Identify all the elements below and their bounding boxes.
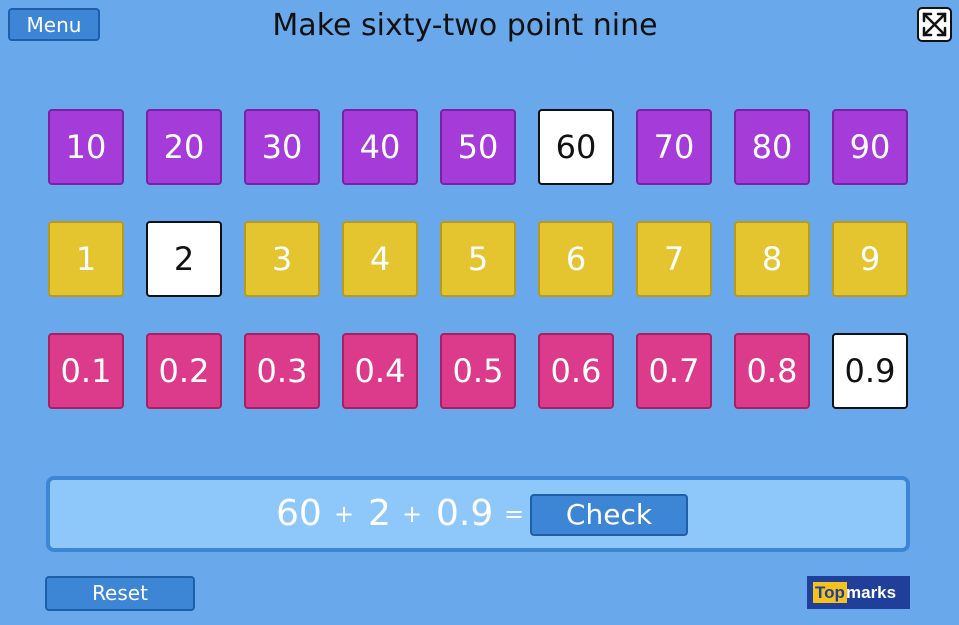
answer-bar: 60 + 2 + 0.9 = Check xyxy=(46,476,910,552)
topmarks-logo[interactable]: Top marks xyxy=(807,576,910,609)
tile-tens-10[interactable]: 10 xyxy=(48,109,124,185)
tile-tens-20[interactable]: 20 xyxy=(146,109,222,185)
logo-marks: marks xyxy=(846,583,897,602)
tile-tens-70[interactable]: 70 xyxy=(636,109,712,185)
tile-tenths-0-5[interactable]: 0.5 xyxy=(440,333,516,409)
tile-ones-4[interactable]: 4 xyxy=(342,221,418,297)
tile-tens-30[interactable]: 30 xyxy=(244,109,320,185)
tile-ones-7[interactable]: 7 xyxy=(636,221,712,297)
tile-ones-5[interactable]: 5 xyxy=(440,221,516,297)
tile-ones-1[interactable]: 1 xyxy=(48,221,124,297)
tile-ones-6[interactable]: 6 xyxy=(538,221,614,297)
tile-tens-40[interactable]: 40 xyxy=(342,109,418,185)
tile-ones-8[interactable]: 8 xyxy=(734,221,810,297)
tile-tenths-0-3[interactable]: 0.3 xyxy=(244,333,320,409)
tile-tens-50[interactable]: 50 xyxy=(440,109,516,185)
logo-top: Top xyxy=(813,582,847,603)
tile-tenths-0-9[interactable]: 0.9 xyxy=(832,333,908,409)
tile-ones-2[interactable]: 2 xyxy=(146,221,222,297)
reset-button[interactable]: Reset xyxy=(45,576,195,611)
tile-tenths-0-4[interactable]: 0.4 xyxy=(342,333,418,409)
tile-ones-9[interactable]: 9 xyxy=(832,221,908,297)
equals-sign: = xyxy=(504,500,525,528)
plus-sign: + xyxy=(402,500,423,528)
fullscreen-exit-icon xyxy=(922,12,947,37)
tile-tenths-0-2[interactable]: 0.2 xyxy=(146,333,222,409)
plus-sign: + xyxy=(334,500,355,528)
equation-term: 60 xyxy=(276,493,322,534)
equation-term: 2 xyxy=(368,493,391,534)
tile-tens-90[interactable]: 90 xyxy=(832,109,908,185)
tile-tenths-0-7[interactable]: 0.7 xyxy=(636,333,712,409)
equation-term: 0.9 xyxy=(436,493,494,534)
tile-tenths-0-6[interactable]: 0.6 xyxy=(538,333,614,409)
tile-tenths-0-1[interactable]: 0.1 xyxy=(48,333,124,409)
tile-tens-80[interactable]: 80 xyxy=(734,109,810,185)
tile-tens-60[interactable]: 60 xyxy=(538,109,614,185)
page-title: Make sixty-two point nine xyxy=(272,8,658,43)
fullscreen-button[interactable] xyxy=(917,7,952,42)
tile-ones-3[interactable]: 3 xyxy=(244,221,320,297)
check-button[interactable]: Check xyxy=(530,494,688,536)
tile-tenths-0-8[interactable]: 0.8 xyxy=(734,333,810,409)
